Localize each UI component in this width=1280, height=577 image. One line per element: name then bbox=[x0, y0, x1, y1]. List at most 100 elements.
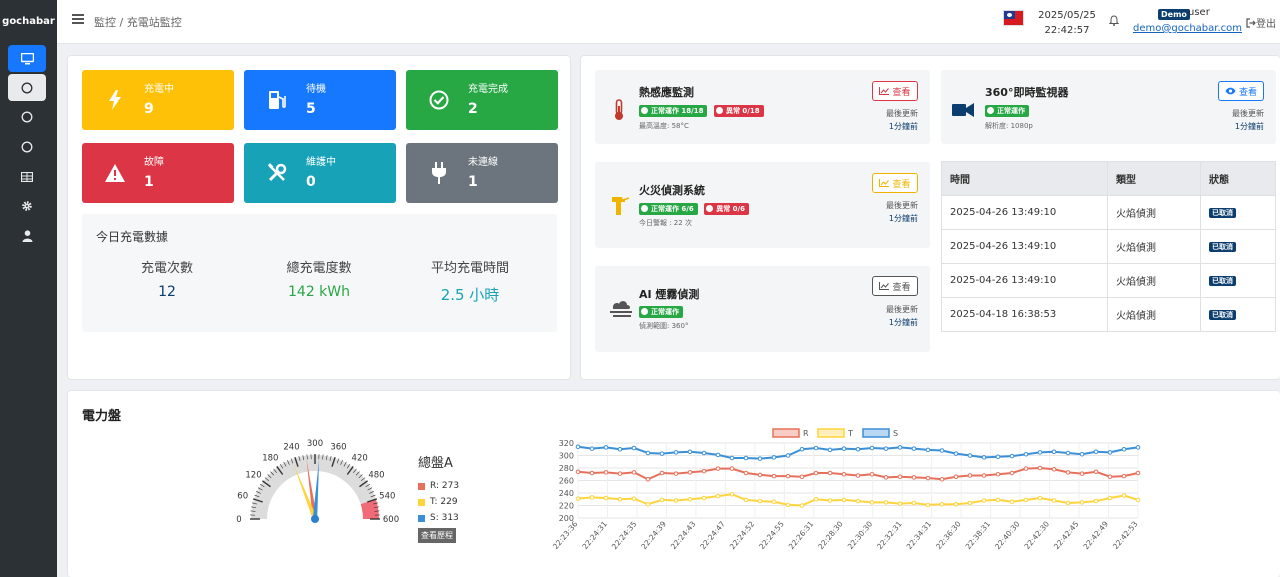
tile-fault[interactable]: 故障 1 bbox=[82, 143, 234, 203]
y-tick-label: 300 bbox=[559, 452, 574, 461]
table-row[interactable]: 2025-04-18 16:38:53 火焰偵測 已取消 bbox=[941, 297, 1276, 332]
table-row[interactable]: 2025-04-26 13:49:10 火焰偵測 已取消 bbox=[941, 229, 1276, 264]
data-point-T bbox=[869, 500, 875, 505]
data-point-S bbox=[729, 455, 735, 461]
tools-icon bbox=[266, 161, 288, 185]
fire-view-button[interactable]: 查看 bbox=[872, 173, 918, 193]
sidebar-item-circle-1[interactable] bbox=[8, 74, 46, 101]
stat-total-kwh: 總充電度數 142 kWh bbox=[244, 257, 394, 300]
sidebar-item-table[interactable] bbox=[8, 163, 46, 190]
thermometer-icon bbox=[615, 99, 623, 120]
sidebar-item-monitor[interactable] bbox=[8, 45, 46, 72]
camera-view-button[interactable]: 查看 bbox=[1218, 81, 1264, 101]
gauge-tick-label: 600 bbox=[383, 515, 399, 525]
column-header: 類型 bbox=[1107, 161, 1201, 196]
data-point-S bbox=[1065, 450, 1071, 456]
sidebar-item-user[interactable] bbox=[8, 222, 46, 249]
x-tick-label: 22:36:30 bbox=[934, 519, 963, 551]
data-point-R bbox=[687, 470, 693, 475]
event-status-cell: 已取消 bbox=[1200, 297, 1276, 332]
power-title: 電力盤 bbox=[82, 409, 122, 424]
tile-charging[interactable]: 充電中 9 bbox=[82, 70, 234, 130]
tile-value: 0 bbox=[306, 174, 316, 190]
x-tick-label: 22:24:35 bbox=[610, 519, 639, 551]
gear-icon bbox=[22, 200, 32, 211]
data-point-R bbox=[953, 474, 959, 480]
x-tick-label: 22:42:53 bbox=[1111, 519, 1140, 551]
tile-label: 故障 bbox=[144, 157, 164, 168]
ok-badge: 正常運作 bbox=[639, 306, 683, 318]
tile-value: 9 bbox=[144, 101, 154, 117]
gauge-tick-label: 180 bbox=[262, 454, 278, 464]
smoke-view-button[interactable]: 查看 bbox=[872, 276, 918, 296]
hamburger-menu-icon[interactable] bbox=[72, 14, 84, 26]
datetime: 2025/05/25 22:42:57 bbox=[1032, 8, 1102, 38]
data-point-T bbox=[883, 500, 889, 505]
data-point-R bbox=[995, 471, 1001, 477]
thermal-view-button[interactable]: 查看 bbox=[872, 81, 918, 101]
tile-value: 1 bbox=[144, 174, 154, 190]
data-point-S bbox=[743, 455, 749, 461]
data-point-S bbox=[813, 445, 819, 451]
tile-value: 1 bbox=[468, 174, 478, 190]
monitor-icon bbox=[20, 52, 34, 64]
logout-icon bbox=[1246, 18, 1256, 28]
sidebar-item-circle-3[interactable] bbox=[8, 133, 46, 160]
data-point-T bbox=[1065, 500, 1071, 506]
smoke-subtext: 偵測範圍: 360° bbox=[639, 322, 689, 330]
sidebar-item-settings[interactable] bbox=[8, 192, 46, 219]
fire-subtext: 今日警報 : 22 次 bbox=[639, 219, 692, 227]
data-point-S bbox=[701, 450, 707, 456]
data-point-T bbox=[1135, 497, 1141, 503]
x-tick-label: 22:34:31 bbox=[905, 519, 934, 551]
x-tick-label: 22:30:30 bbox=[846, 519, 875, 551]
logout-button[interactable]: 登出 bbox=[1246, 15, 1276, 30]
bell-icon[interactable] bbox=[1109, 15, 1119, 26]
user-icon bbox=[22, 229, 32, 242]
gauge-tick-label: 300 bbox=[307, 439, 323, 449]
x-tick-label: 22:24:52 bbox=[728, 519, 757, 551]
power-panel: 電力盤 0 60 120 180 240 300 360 420 480 540 600 總盤A R… bbox=[67, 390, 1280, 577]
status-badge: 已取消 bbox=[1209, 208, 1236, 218]
data-point-T bbox=[1093, 498, 1099, 504]
gauge-tick-label: 480 bbox=[368, 470, 384, 480]
demo-badge: Demo bbox=[1158, 9, 1190, 20]
data-point-T bbox=[1009, 499, 1015, 505]
event-type: 火焰偵測 bbox=[1107, 263, 1201, 298]
column-header: 狀態 bbox=[1200, 161, 1276, 196]
data-point-T bbox=[1079, 500, 1085, 505]
data-point-S bbox=[981, 455, 987, 460]
event-time: 2025-04-26 13:49:10 bbox=[941, 195, 1108, 230]
legend-swatch bbox=[817, 428, 845, 438]
user-email-link[interactable]: demo@gochabar.com bbox=[1133, 23, 1242, 34]
stat-label: 總充電度數 bbox=[286, 261, 352, 276]
data-point-R bbox=[729, 466, 735, 471]
data-point-R bbox=[1107, 474, 1113, 480]
data-point-T bbox=[575, 496, 581, 501]
fire-extinguisher-icon bbox=[612, 197, 630, 215]
brand-logo: gochabar bbox=[2, 15, 55, 27]
data-point-T bbox=[617, 496, 623, 502]
table-row[interactable]: 2025-04-26 13:49:10 火焰偵測 已取消 bbox=[941, 195, 1276, 230]
history-button[interactable]: 查看歷程 bbox=[418, 528, 456, 543]
x-tick-label: 22:32:31 bbox=[875, 519, 904, 551]
sidebar-item-circle-2[interactable] bbox=[8, 103, 46, 130]
event-status-cell: 已取消 bbox=[1200, 229, 1276, 264]
data-point-R bbox=[785, 473, 791, 479]
ok-badge: 正常運作 6/6 bbox=[639, 203, 698, 215]
data-point-S bbox=[631, 445, 637, 451]
table-row[interactable]: 2025-04-26 13:49:10 火焰偵測 已取消 bbox=[941, 263, 1276, 298]
tile-complete[interactable]: 充電完成 2 bbox=[406, 70, 558, 130]
taiwan-flag-icon[interactable] bbox=[1003, 10, 1024, 26]
data-point-T bbox=[967, 500, 973, 506]
legend-label: S bbox=[893, 429, 898, 438]
data-point-R bbox=[1009, 470, 1015, 476]
data-point-S bbox=[771, 455, 777, 460]
data-point-S bbox=[757, 456, 763, 461]
tile-offline[interactable]: 未連線 1 bbox=[406, 143, 558, 203]
legend-swatch bbox=[772, 428, 800, 438]
tile-maintenance[interactable]: 維護中 0 bbox=[244, 143, 396, 203]
breadcrumb: 監控 / 充電站監控 bbox=[94, 16, 182, 29]
tile-standby[interactable]: 待機 5 bbox=[244, 70, 396, 130]
data-point-S bbox=[1093, 449, 1099, 455]
